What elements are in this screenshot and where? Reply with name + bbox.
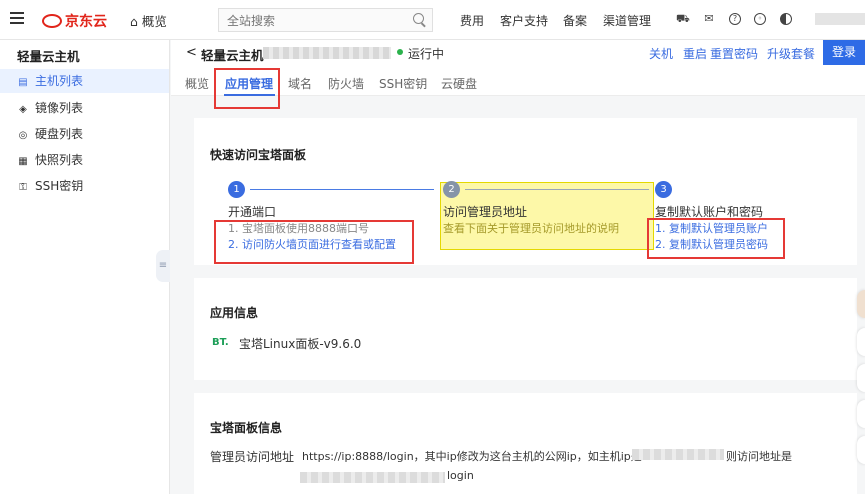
snapshot-icon: ▦ <box>18 156 28 167</box>
admin-url-description: https://ip:8888/login，其中ip修改为这台主机的公网ip，如… <box>302 450 642 463</box>
assistant-avatar[interactable] <box>857 290 865 318</box>
back-icon[interactable]: < <box>186 45 197 60</box>
nav-channel[interactable]: 渠道管理 <box>603 12 651 29</box>
step-2-line-1: 查看下面关于管理员访问地址的说明 <box>443 222 619 235</box>
jdcloud-logo-icon <box>42 14 62 28</box>
sidebar-item-images[interactable]: ◈ 镜像列表 <box>0 96 169 120</box>
nav-billing[interactable]: 费用 <box>460 12 484 29</box>
jdcloud-logo[interactable]: 京东云 <box>42 11 107 31</box>
step-3-number: 3 <box>655 181 672 198</box>
page-title: 轻量云主机 <box>201 48 264 63</box>
upgrade-plan-button[interactable]: 升级套餐 <box>767 45 815 62</box>
tab-firewall[interactable]: 防火墙 <box>328 75 364 92</box>
sidebar: 轻量云主机 ▤ 主机列表 ◈ 镜像列表 ◎ 硬盘列表 ▦ 快照列表 ⚿ SSH密钥 <box>0 40 170 494</box>
bt-panel-logo: BT. <box>212 337 229 348</box>
float-widget-1[interactable] <box>857 328 865 356</box>
top-bar: 京东云 ⌂ 概览 费用 客户支持 备案 渠道管理 ⛟ ✉ ? ◦ <box>0 0 865 40</box>
float-widget-3[interactable] <box>857 400 865 428</box>
search-input[interactable] <box>219 9 409 33</box>
shutdown-button[interactable]: 关机 <box>649 45 673 62</box>
tab-overview[interactable]: 概览 <box>185 75 209 92</box>
status-dot-icon <box>397 49 403 55</box>
tab-domain[interactable]: 域名 <box>288 75 312 92</box>
menu-icon[interactable] <box>10 12 24 24</box>
disk-icon: ◎ <box>18 130 28 141</box>
login-button[interactable]: 登录 <box>823 40 865 65</box>
annotation-box-firewall <box>214 220 414 264</box>
instance-id-redacted <box>263 47 391 59</box>
sidebar-item-hosts[interactable]: ▤ 主机列表 <box>0 69 169 93</box>
tab-cloud-disk[interactable]: 云硬盘 <box>441 75 477 92</box>
key-icon: ⚿ <box>19 182 27 193</box>
quick-access-title: 快速访问宝塔面板 <box>210 148 307 162</box>
app-info-card: 应用信息 BT. 宝塔Linux面板-v9.6.0 <box>194 278 857 380</box>
list-icon: ▤ <box>18 77 28 88</box>
restart-button[interactable]: 重启 <box>683 45 707 62</box>
nav-support[interactable]: 客户支持 <box>500 12 548 29</box>
overview-link[interactable]: ⌂ 概览 <box>130 11 167 30</box>
home-icon: ⌂ <box>130 14 138 29</box>
app-name: 宝塔Linux面板-v9.6.0 <box>239 337 362 351</box>
theme-icon[interactable] <box>780 13 792 25</box>
message-icon[interactable]: ◦ <box>754 13 766 25</box>
sidebar-collapse-handle[interactable]: ≡ <box>156 250 170 282</box>
annotation-box-tab <box>214 68 280 109</box>
admin-url-label: 管理员访问地址 <box>210 450 295 464</box>
annotation-box-credentials <box>647 218 785 259</box>
global-search[interactable] <box>218 8 433 33</box>
step-2-title: 访问管理员地址 <box>443 205 528 219</box>
admin-url-description-cont: 则访问地址是 <box>726 450 792 463</box>
nav-filing[interactable]: 备案 <box>563 12 587 29</box>
redacted-ip <box>632 449 724 460</box>
admin-url-suffix: login <box>447 469 474 482</box>
tab-ssh-key[interactable]: SSH密钥 <box>379 75 427 92</box>
float-widget-2[interactable] <box>857 364 865 392</box>
step-connector-1 <box>250 189 434 190</box>
reset-password-button[interactable]: 重置密码 <box>710 45 758 62</box>
cart-icon[interactable]: ⛟ <box>676 13 690 25</box>
user-account[interactable] <box>815 13 865 25</box>
step-2-number: 2 <box>443 181 460 198</box>
search-icon[interactable] <box>413 13 424 24</box>
step-connector-2 <box>465 189 649 190</box>
sidebar-item-ssh-keys[interactable]: ⚿ SSH密钥 <box>0 174 169 198</box>
app-info-title: 应用信息 <box>210 306 259 320</box>
redacted-url <box>300 472 445 483</box>
mail-icon[interactable]: ✉ <box>703 13 715 25</box>
status-badge: 运行中 <box>408 47 445 61</box>
sidebar-title: 轻量云主机 <box>17 49 80 64</box>
panel-info-card: 宝塔面板信息 管理员访问地址 https://ip:8888/login，其中i… <box>194 393 857 494</box>
step-1-number: 1 <box>228 181 245 198</box>
float-widget-4[interactable] <box>857 436 865 464</box>
sidebar-item-disks[interactable]: ◎ 硬盘列表 <box>0 122 169 146</box>
sidebar-item-snapshots[interactable]: ▦ 快照列表 <box>0 148 169 172</box>
panel-info-title: 宝塔面板信息 <box>210 421 283 435</box>
step-1-title: 开通端口 <box>228 205 277 219</box>
help-icon[interactable]: ? <box>729 13 741 25</box>
image-icon: ◈ <box>19 104 27 115</box>
